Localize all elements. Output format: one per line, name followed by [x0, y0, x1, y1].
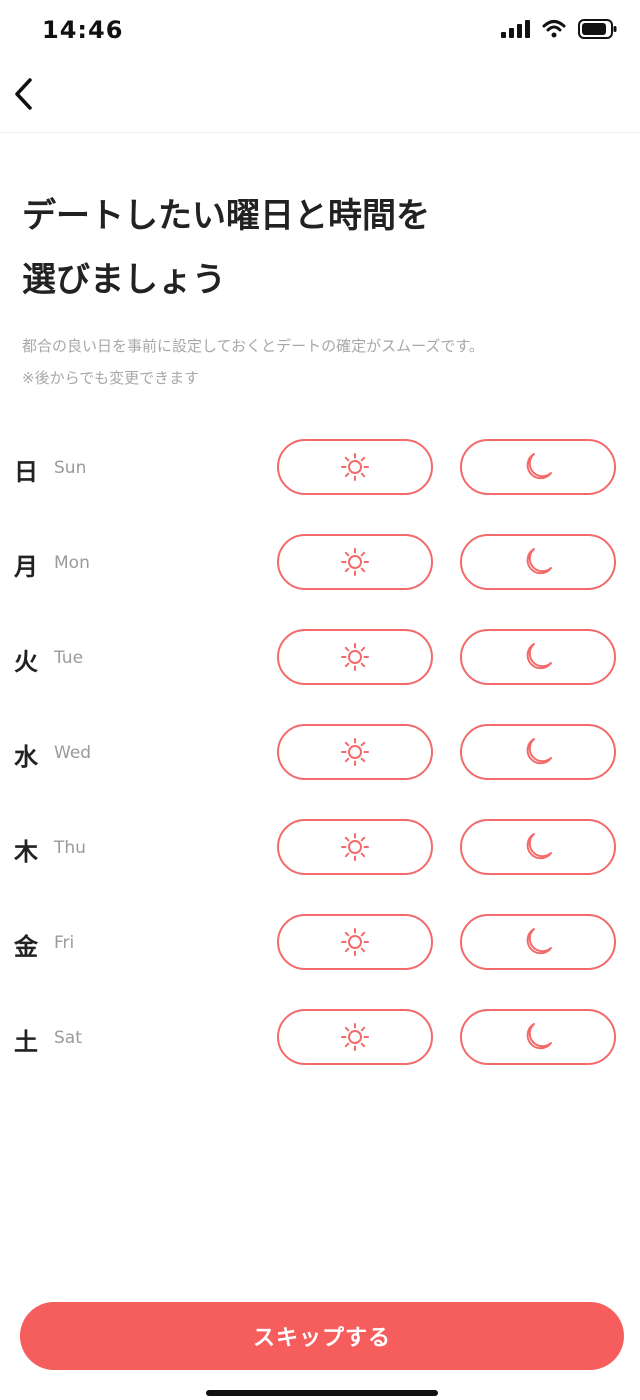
day-label-en: Sat: [54, 1028, 82, 1048]
night-slot-button[interactable]: [460, 914, 616, 970]
day-label-kanji: 水: [14, 743, 38, 771]
home-indicator: [206, 1390, 438, 1396]
night-slot-button[interactable]: [460, 1009, 616, 1065]
moon-icon: [526, 833, 552, 860]
day-label-en: Sun: [54, 458, 87, 478]
day-row-thu: 木 Thu: [0, 819, 640, 877]
day-label-kanji: 木: [14, 838, 38, 866]
moon-icon: [526, 928, 552, 955]
status-time: 14:46: [42, 16, 124, 44]
moon-icon: [526, 548, 552, 575]
day-label-kanji: 土: [14, 1028, 38, 1056]
skip-button[interactable]: スキップする: [20, 1302, 624, 1370]
moon-icon: [526, 738, 552, 765]
day-label-en: Thu: [54, 838, 86, 858]
night-slot-button[interactable]: [460, 439, 616, 495]
day-row-mon: 月 Mon: [0, 534, 640, 592]
night-slot-button[interactable]: [460, 724, 616, 780]
night-slot-button[interactable]: [460, 819, 616, 875]
sun-icon: [341, 548, 369, 576]
daytime-slot-button[interactable]: [277, 724, 433, 780]
daytime-slot-button[interactable]: [277, 439, 433, 495]
chevron-left-icon: [12, 77, 36, 115]
daytime-slot-button[interactable]: [277, 1009, 433, 1065]
status-icons: [500, 18, 618, 44]
sun-icon: [341, 738, 369, 766]
day-label-kanji: 月: [14, 553, 38, 581]
day-row-wed: 水 Wed: [0, 724, 640, 782]
day-row-fri: 金 Fri: [0, 914, 640, 972]
description-line-2: ※後からでも変更できます: [22, 369, 200, 387]
screen: 14:46 デートしたい曜日と時間を 選びましょう 都合の良い日を事前に設定して…: [0, 0, 640, 1400]
sun-icon: [341, 1023, 369, 1051]
day-label-en: Fri: [54, 933, 75, 953]
day-label-en: Mon: [54, 553, 90, 573]
description-line-1: 都合の良い日を事前に設定しておくとデートの確定がスムーズです。: [22, 337, 484, 355]
wifi-icon: [542, 19, 566, 43]
day-row-sun: 日 Sun: [0, 439, 640, 497]
day-label-kanji: 火: [14, 648, 38, 676]
moon-icon: [526, 453, 552, 480]
day-label-en: Tue: [54, 648, 84, 668]
sun-icon: [341, 928, 369, 956]
daytime-slot-button[interactable]: [277, 819, 433, 875]
moon-icon: [526, 643, 552, 670]
day-label-kanji: 金: [14, 933, 38, 961]
back-button[interactable]: [4, 72, 44, 120]
daytime-slot-button[interactable]: [277, 534, 433, 590]
status-bar: 14:46: [0, 0, 640, 62]
day-row-sat: 土 Sat: [0, 1009, 640, 1067]
daytime-slot-button[interactable]: [277, 914, 433, 970]
signal-icon: [500, 19, 530, 43]
day-row-tue: 火 Tue: [0, 629, 640, 687]
night-slot-button[interactable]: [460, 534, 616, 590]
battery-icon: [578, 18, 618, 44]
nav-bar: [0, 62, 640, 133]
page-title-line-1: デートしたい曜日と時間を: [22, 196, 430, 236]
moon-icon: [526, 1023, 552, 1050]
sun-icon: [341, 833, 369, 861]
sun-icon: [341, 643, 369, 671]
page-title: デートしたい曜日と時間を 選びましょう: [22, 184, 622, 312]
daytime-slot-button[interactable]: [277, 629, 433, 685]
night-slot-button[interactable]: [460, 629, 616, 685]
day-label-en: Wed: [54, 743, 92, 763]
page-title-line-2: 選びましょう: [22, 260, 226, 300]
page-description: 都合の良い日を事前に設定しておくとデートの確定がスムーズです。 ※後からでも変更…: [22, 330, 622, 394]
day-label-kanji: 日: [14, 458, 38, 486]
sun-icon: [341, 453, 369, 481]
